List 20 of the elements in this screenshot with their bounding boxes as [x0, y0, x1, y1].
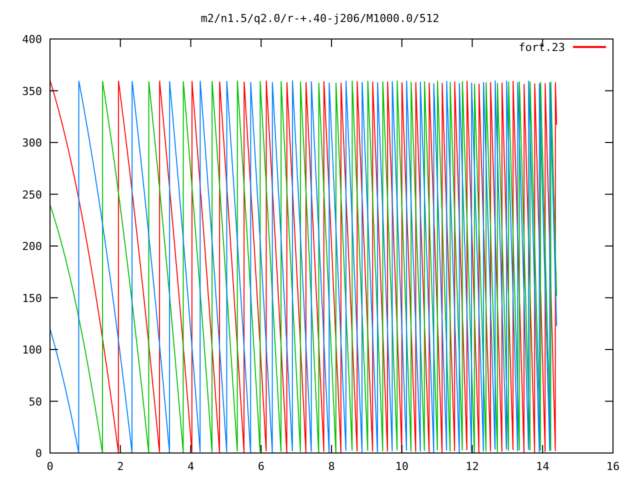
y-tick-label: 150	[22, 292, 42, 305]
y-tick-label: 250	[22, 188, 42, 202]
x-tick-label: 4	[187, 460, 194, 473]
x-tick-label: 10	[395, 460, 408, 473]
y-tick-label: 0	[35, 447, 42, 460]
x-tick-label: 16	[606, 460, 620, 473]
y-tick-label: 100	[22, 344, 42, 356]
legend-label: fort.23	[518, 41, 565, 54]
x-tick-label: 8	[328, 460, 335, 473]
y-tick-label: 50	[28, 395, 42, 408]
y-tick-label: 300	[22, 136, 42, 150]
chart-title: m2/n1.5/q2.0/r-+.40-j206/M1000.0/512	[200, 12, 440, 25]
x-tick-label: 0	[46, 460, 54, 473]
y-tick-label: 400	[22, 33, 42, 46]
x-tick-label: 12	[466, 460, 479, 473]
x-tick-label: 2	[117, 460, 124, 473]
y-tick-label: 200	[22, 240, 42, 253]
x-tick-label: 6	[258, 460, 264, 473]
x-tick-label: 14	[536, 460, 550, 473]
y-tick-label: 350	[22, 84, 42, 98]
